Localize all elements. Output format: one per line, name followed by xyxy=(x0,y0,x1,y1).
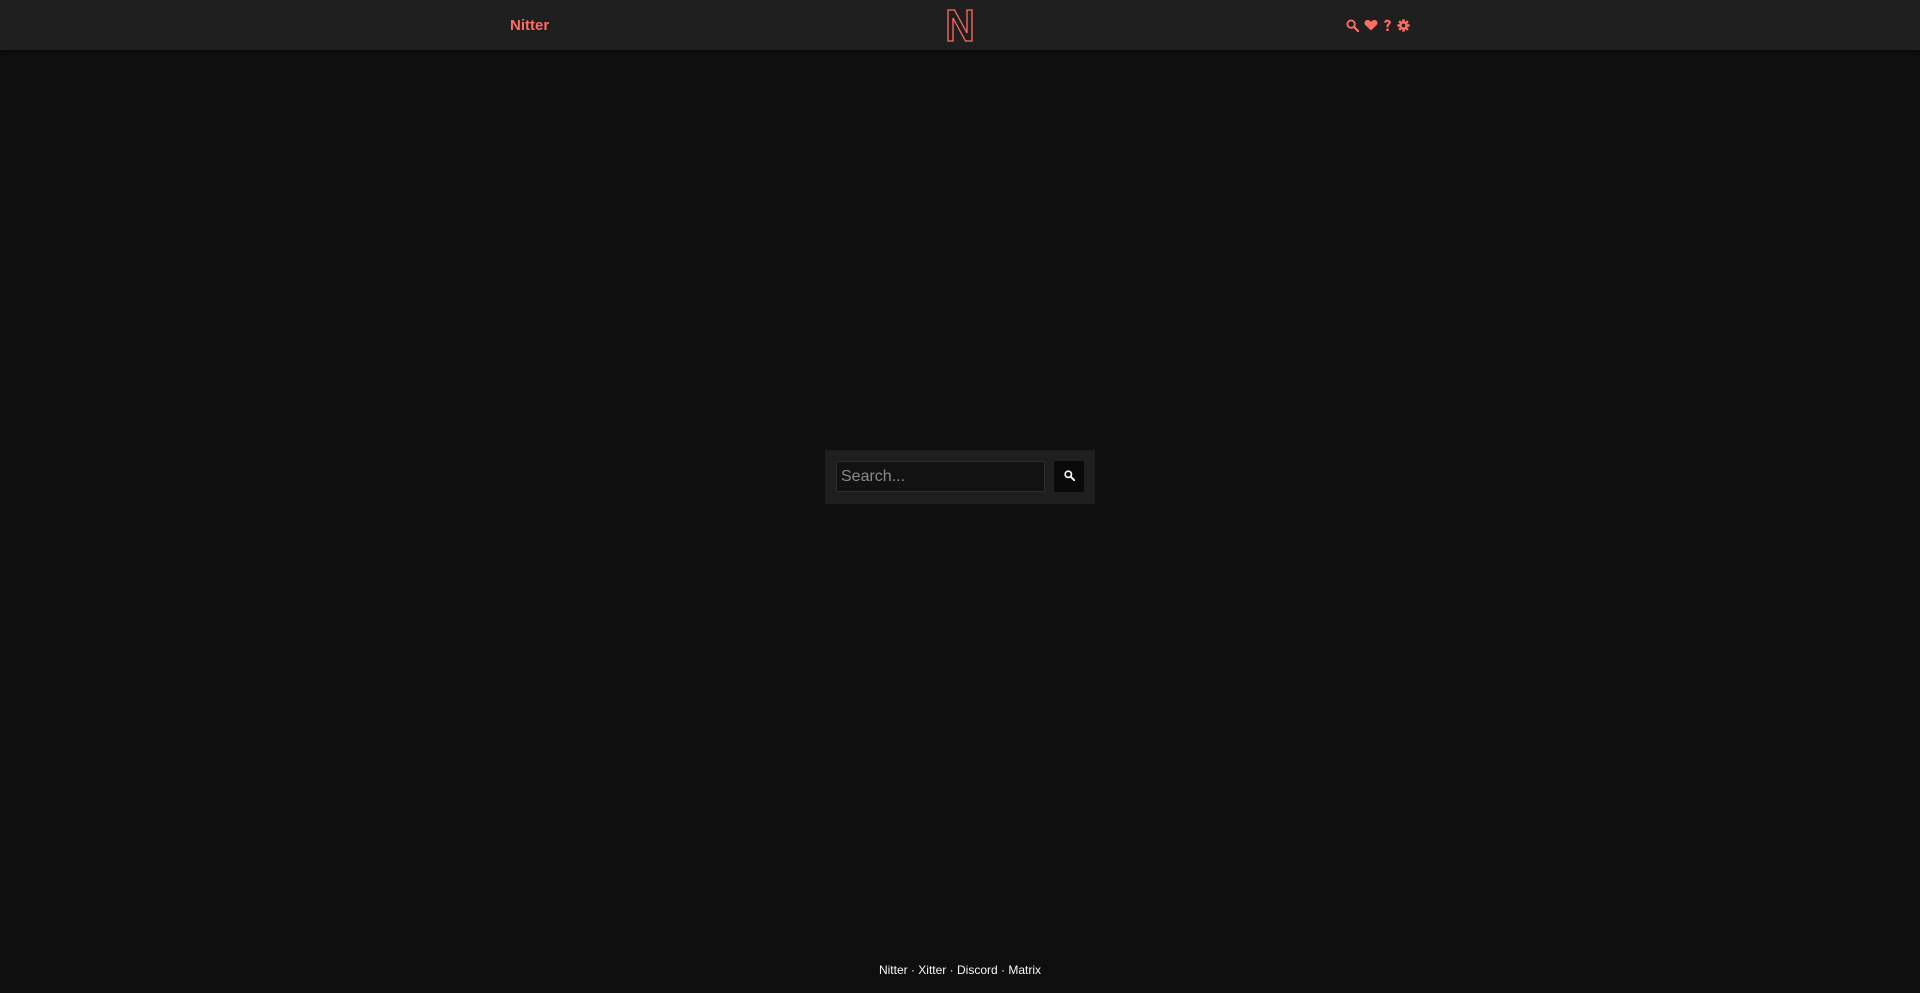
heart-icon[interactable] xyxy=(1364,19,1378,31)
footer-link-xitter[interactable]: Xitter xyxy=(918,963,946,977)
nitter-n-logo-icon[interactable] xyxy=(946,9,974,42)
search-input[interactable] xyxy=(836,461,1045,492)
search-button[interactable] xyxy=(1054,461,1084,492)
navbar-icons xyxy=(1346,0,1410,50)
top-navbar: Nitter xyxy=(0,0,1920,50)
navbar-inner: Nitter xyxy=(510,0,1410,50)
search-icon xyxy=(1063,469,1075,484)
gear-icon[interactable] xyxy=(1397,18,1410,32)
brand-link[interactable]: Nitter xyxy=(510,0,549,50)
footer-separator: · xyxy=(949,963,954,977)
footer-link-matrix[interactable]: Matrix xyxy=(1008,963,1041,977)
search-icon[interactable] xyxy=(1346,18,1359,32)
help-icon[interactable] xyxy=(1383,19,1392,32)
footer: Nitter · Xitter · Discord · Matrix xyxy=(0,963,1920,981)
footer-separator: · xyxy=(1001,963,1006,977)
footer-separator: · xyxy=(910,963,915,977)
search-panel xyxy=(825,450,1095,504)
footer-link-nitter[interactable]: Nitter xyxy=(879,963,908,977)
footer-link-discord[interactable]: Discord xyxy=(957,963,998,977)
